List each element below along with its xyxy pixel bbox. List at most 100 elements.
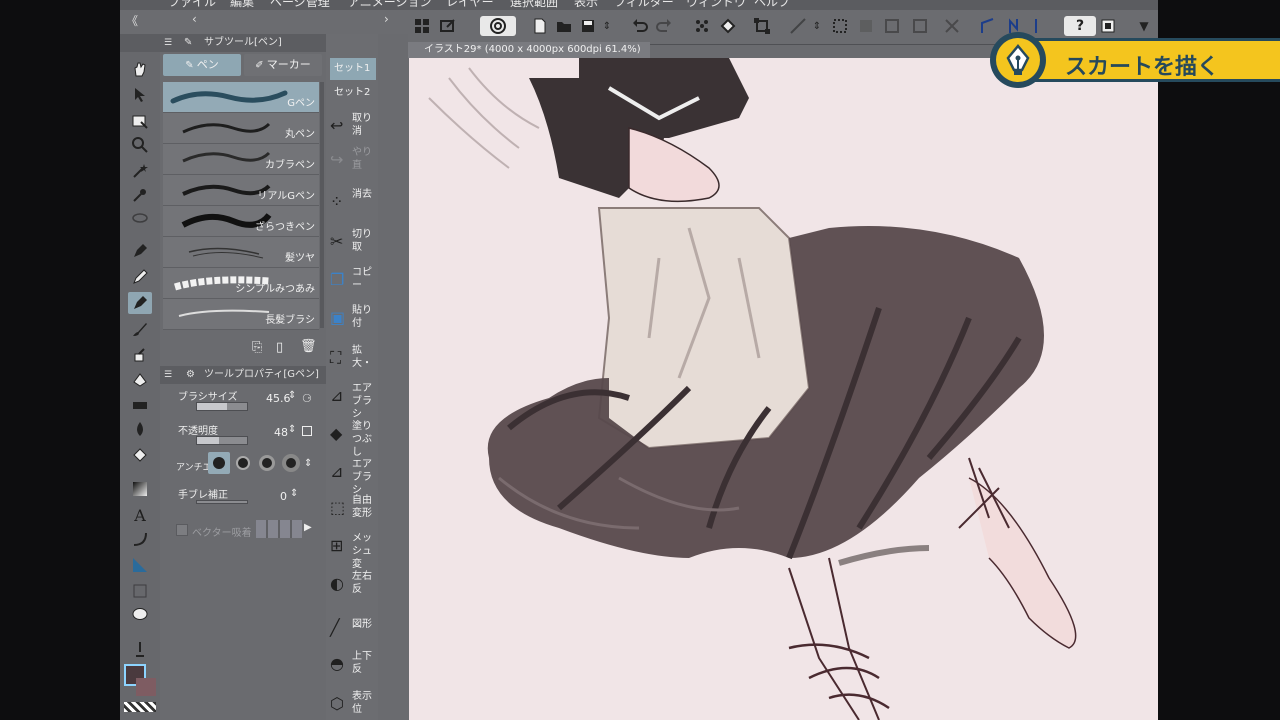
sub-color-swatch[interactable] <box>136 678 156 696</box>
eyedropper-icon[interactable] <box>128 184 152 206</box>
command-erase[interactable]: ⁘ 消去 <box>326 184 378 216</box>
brush-item-long-hair-brush[interactable]: 長髪ブラシ <box>163 299 319 330</box>
brush-size-value[interactable]: 45.6 <box>266 392 291 405</box>
tab-pen[interactable]: ✎ ペン <box>163 54 241 76</box>
command-display-position[interactable]: ⬡ 表示位 <box>326 686 378 718</box>
brush-size-spinner-icon[interactable]: ⇕ <box>288 390 296 401</box>
airbrush-tool-icon[interactable] <box>128 344 152 366</box>
command-redo[interactable]: ↪ やり直 <box>326 142 378 174</box>
menu-file[interactable]: ファイル <box>168 0 216 10</box>
new-file-icon[interactable] <box>530 16 550 36</box>
zoom-tool-icon[interactable] <box>128 134 152 156</box>
antialias-strong[interactable] <box>280 452 302 474</box>
antialias-medium[interactable] <box>256 452 278 474</box>
eraser-tool-icon[interactable] <box>128 394 152 416</box>
command-airbrush[interactable]: ⊿ エアブラシ <box>326 378 378 420</box>
menu-help[interactable]: ヘルプ <box>754 0 790 10</box>
command-fill[interactable]: ◆ 塗りつぶし <box>326 416 378 458</box>
delete-subtool-icon[interactable]: 🗑 <box>300 339 317 354</box>
command-cut[interactable]: ✂ 切り取 <box>326 224 378 256</box>
erase-icon[interactable] <box>692 16 712 36</box>
clip-studio-icon[interactable] <box>480 16 516 36</box>
stabilization-spinner-icon[interactable]: ⇕ <box>290 488 298 499</box>
spinner-2-icon[interactable]: ⇕ <box>810 16 824 36</box>
grid-view-icon[interactable] <box>412 16 432 36</box>
copy-subtool-icon[interactable]: ⎘ <box>252 340 262 355</box>
gradient-tool-icon[interactable] <box>128 478 152 500</box>
stabilization-slider[interactable] <box>196 500 248 504</box>
pen-tool-icon[interactable] <box>128 240 152 262</box>
transparent-color-swatch[interactable] <box>124 702 156 712</box>
curve-tool-icon[interactable] <box>128 528 152 550</box>
pencil-tool-icon[interactable] <box>128 266 152 288</box>
selection-tools-icon[interactable] <box>788 16 808 36</box>
set-2-button[interactable]: セット2 <box>330 82 376 104</box>
antialias-none[interactable] <box>208 452 230 474</box>
antialias-weak[interactable] <box>232 452 254 474</box>
select-all-icon[interactable] <box>830 16 850 36</box>
panel-menu-icon[interactable]: ☰ <box>164 34 172 52</box>
vector-snap-options[interactable] <box>256 520 302 538</box>
lasso-icon[interactable] <box>128 208 152 230</box>
opacity-checkbox[interactable] <box>302 426 312 436</box>
menu-window[interactable]: ウィンドウ <box>686 0 746 10</box>
command-airbrush-2[interactable]: ⊿ エアブラシ <box>326 454 378 496</box>
stabilization-value[interactable]: 0 <box>280 490 287 503</box>
command-mesh[interactable]: ⊞ メッシュ変 <box>326 528 378 570</box>
text-tool-icon[interactable]: A <box>128 504 152 526</box>
balloon-tool-icon[interactable] <box>128 604 152 626</box>
brush-tool-icon[interactable] <box>128 318 152 340</box>
set-1-button[interactable]: セット1 <box>330 58 376 80</box>
opacity-slider[interactable] <box>196 436 248 445</box>
crop-icon[interactable] <box>910 16 930 36</box>
magic-wand-icon[interactable] <box>128 160 152 182</box>
new-subtool-icon[interactable]: ▯ <box>276 340 283 355</box>
transform-icon[interactable] <box>752 16 772 36</box>
command-undo[interactable]: ↩ 取り消 <box>326 108 378 140</box>
open-file-icon[interactable] <box>554 16 574 36</box>
redo-icon[interactable] <box>654 16 674 36</box>
blend-tool-icon[interactable] <box>128 418 152 440</box>
opacity-spinner-icon[interactable]: ⇕ <box>288 424 296 435</box>
panel-collapse-left[interactable]: 《 <box>126 12 138 29</box>
drawing-canvas[interactable] <box>409 58 1158 720</box>
brush-item-simple-braid[interactable]: シンプルみつあみ <box>163 268 319 299</box>
pressure-icon[interactable]: ⚆ <box>302 392 312 405</box>
antialias-spinner-icon[interactable]: ⇕ <box>304 458 312 469</box>
brush-item-maru-pen[interactable]: 丸ペン <box>163 113 319 144</box>
brush-item-g-pen[interactable]: Gペン <box>163 82 319 113</box>
clear-selection-icon[interactable] <box>882 16 902 36</box>
operation-tool-icon[interactable] <box>128 110 152 132</box>
canvas-tab[interactable]: イラスト29* (4000 x 4000px 600dpi 61.4%) <box>408 42 650 58</box>
move-tool-icon[interactable] <box>128 84 152 106</box>
tab-marker[interactable]: ✐ マーカー <box>244 54 322 76</box>
command-shape[interactable]: ╱ 図形 <box>326 610 378 642</box>
command-copy[interactable]: ❐ コピー <box>326 262 378 294</box>
vector-snap-checkbox[interactable] <box>176 524 188 536</box>
menu-layer[interactable]: レイヤー <box>446 0 494 10</box>
save-icon[interactable] <box>578 16 598 36</box>
undo-icon[interactable] <box>630 16 650 36</box>
menu-selection[interactable]: 選択範囲 <box>510 0 558 10</box>
hand-tool-icon[interactable] <box>128 58 152 80</box>
menu-animation[interactable]: アニメーション <box>348 0 432 10</box>
menu-page[interactable]: ページ管理 <box>270 0 330 10</box>
opacity-value[interactable]: 48 <box>274 426 288 439</box>
spinner-icon[interactable]: ⇕ <box>600 16 614 36</box>
panel-collapse-right[interactable]: › <box>384 12 389 26</box>
menu-view[interactable]: 表示 <box>574 0 598 10</box>
brush-item-zaratsuki-pen[interactable]: ざらつきペン <box>163 206 319 237</box>
pen-selected-icon[interactable] <box>128 292 152 314</box>
command-free-transform[interactable]: ⬚ 自由変形 <box>326 490 378 522</box>
command-flip-vertical[interactable]: ◓ 上下反 <box>326 646 378 678</box>
brush-item-real-g-pen[interactable]: リアルGペン <box>163 175 319 206</box>
command-scale[interactable]: ⛶ 拡大・ <box>326 340 378 372</box>
correction-tool-icon[interactable] <box>128 638 152 660</box>
command-flip-horizontal[interactable]: ◐ 左右反 <box>326 566 378 598</box>
menu-filter[interactable]: フィルター <box>614 0 674 10</box>
fill-icon[interactable] <box>718 16 738 36</box>
transfer-icon[interactable] <box>438 16 458 36</box>
fill-tool-icon[interactable] <box>128 444 152 466</box>
panel-menu-icon[interactable]: ☰ <box>164 366 172 384</box>
frame-tool-icon[interactable] <box>128 580 152 602</box>
